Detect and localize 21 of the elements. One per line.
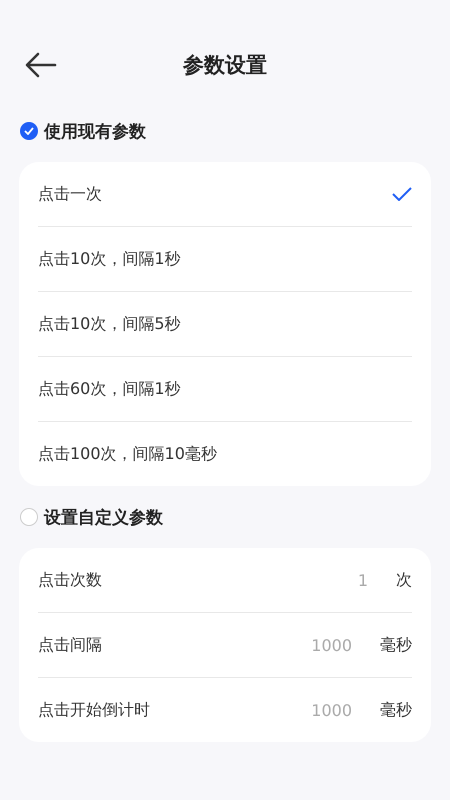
option-item[interactable]: 点击一次 — [38, 162, 412, 226]
field-label: 点击开始倒计时 — [38, 700, 150, 720]
input-field[interactable]: 1000 — [232, 700, 352, 720]
unit-label: 毫秒 — [380, 700, 412, 720]
input-field[interactable]: 1000 — [232, 636, 352, 654]
radio-button[interactable] — [20, 122, 38, 140]
option-item[interactable]: 点击10次，间隔5秒 — [38, 292, 412, 356]
field-label: 点击次数 — [38, 570, 102, 590]
section-label: 设置自定义参数 — [44, 506, 163, 528]
radio-button[interactable] — [20, 508, 38, 526]
unit-label: 毫秒 — [380, 634, 412, 656]
option-item[interactable]: 点击100次，间隔10毫秒 — [38, 422, 412, 486]
option-item[interactable]: 点击10次，间隔1秒 — [38, 227, 412, 291]
input-field[interactable]: 1 — [248, 570, 368, 590]
page-title: 参数设置 — [183, 52, 267, 79]
field-label: 点击间隔 — [38, 634, 102, 656]
unit-label: 次 — [396, 570, 412, 590]
section-label: 使用现有参数 — [44, 120, 146, 142]
option-item[interactable]: 点击60次，间隔1秒 — [38, 357, 412, 421]
check-icon — [24, 127, 34, 135]
back-button[interactable] — [24, 51, 58, 79]
